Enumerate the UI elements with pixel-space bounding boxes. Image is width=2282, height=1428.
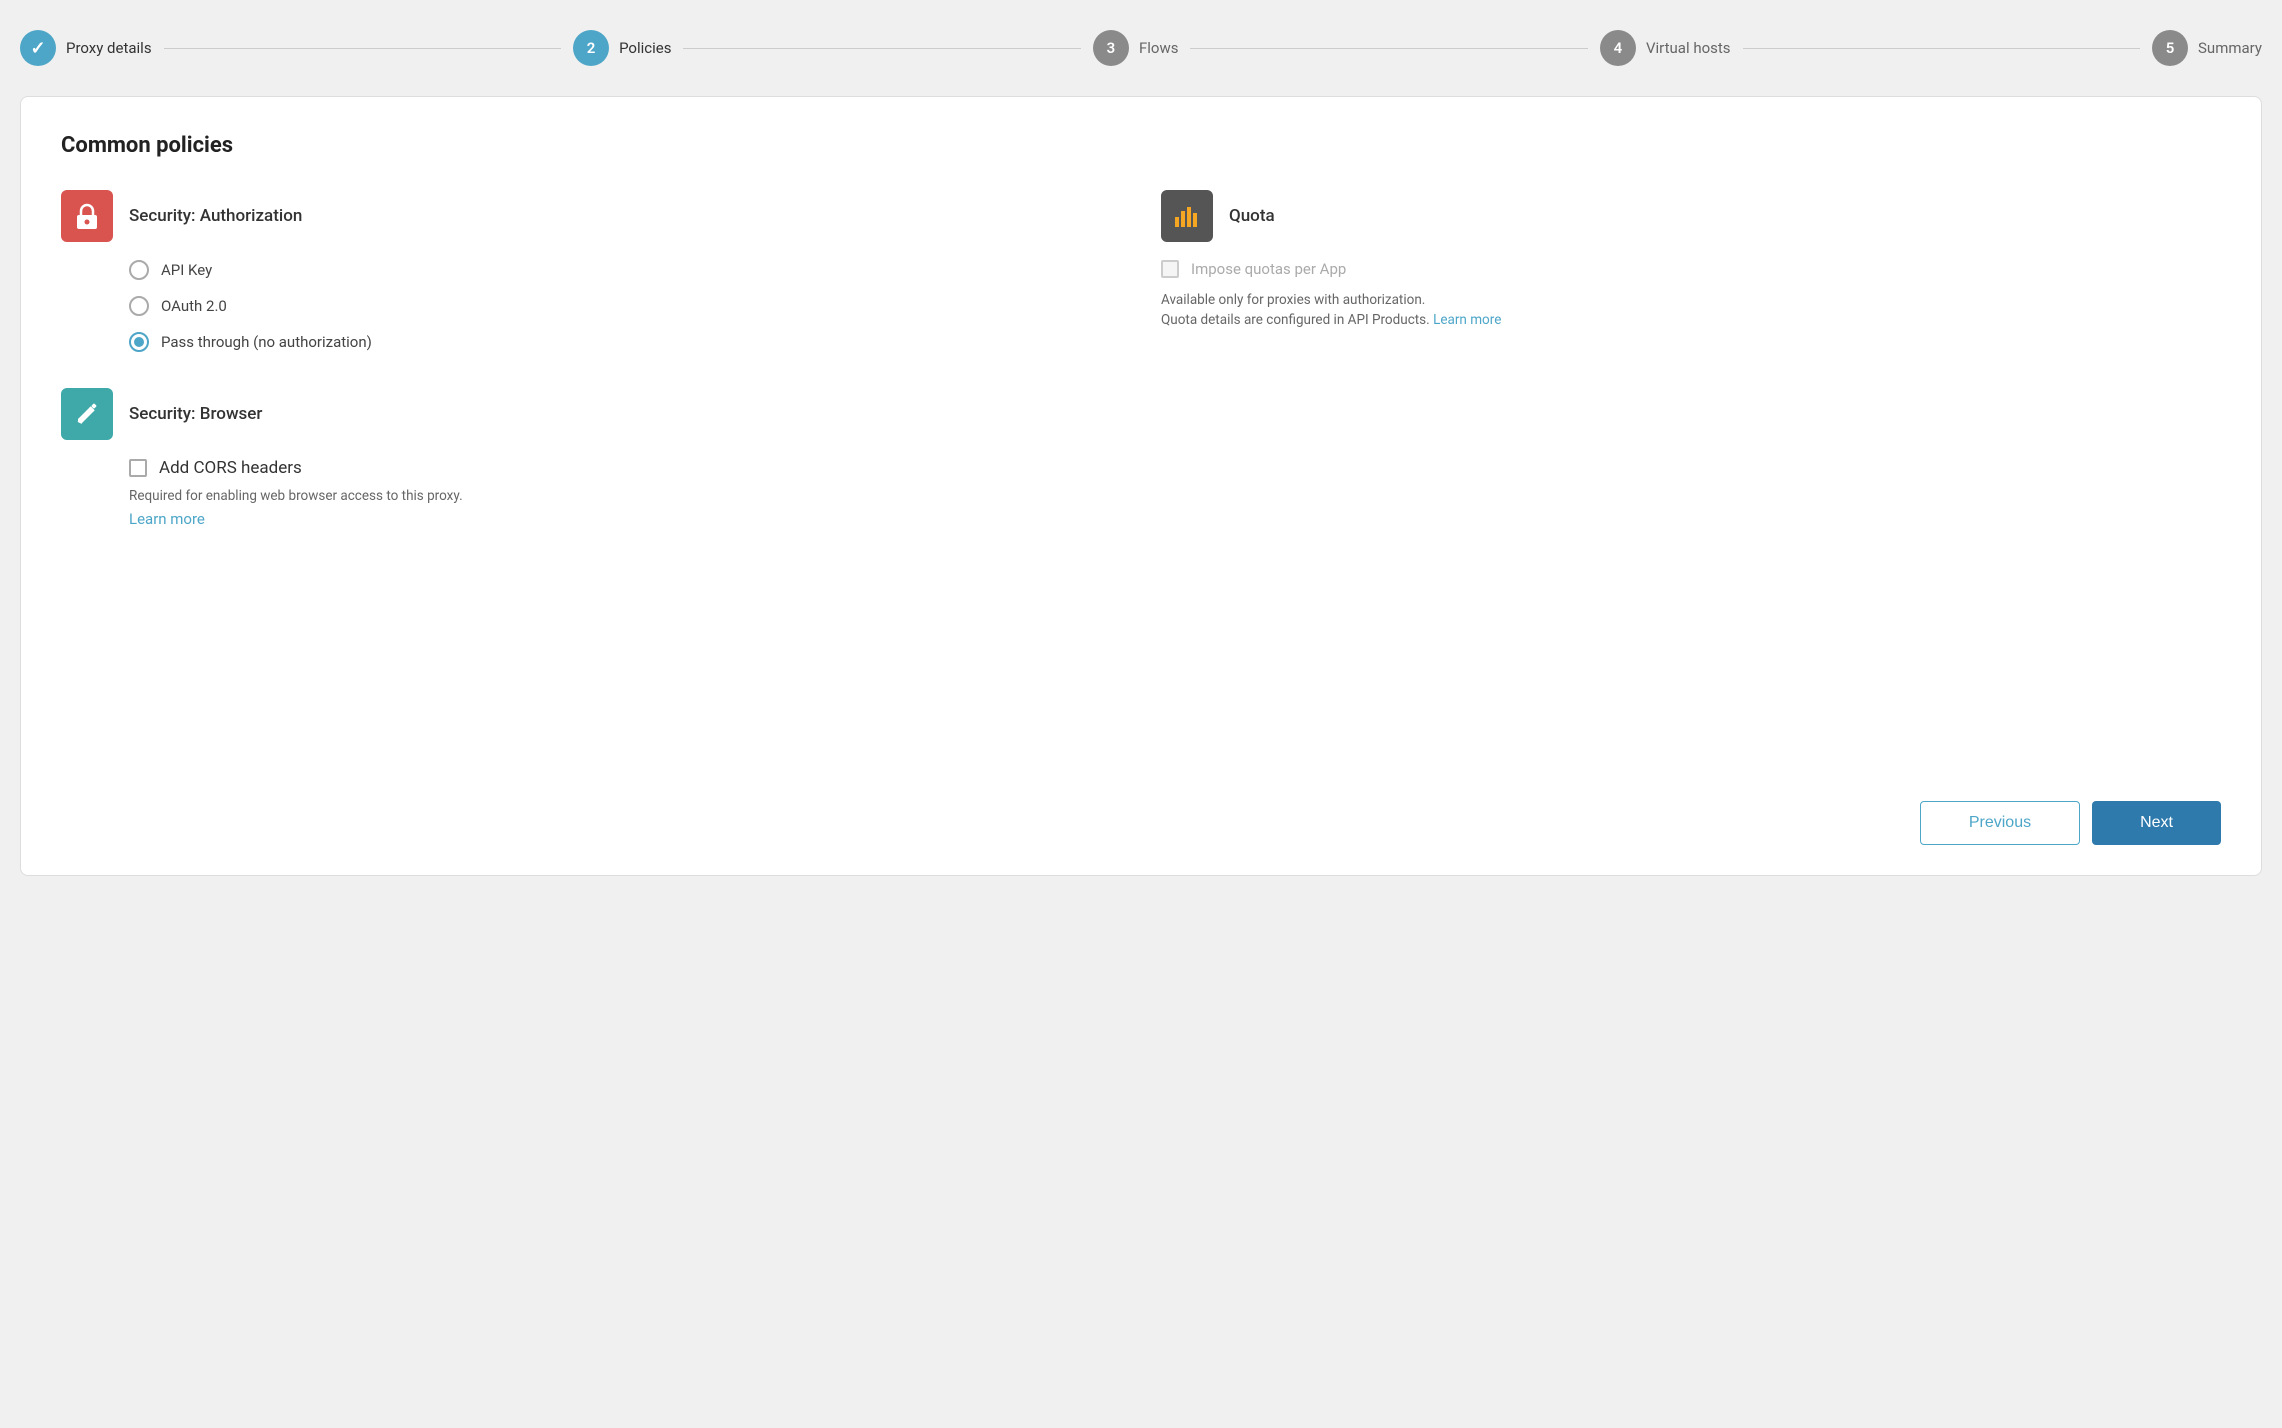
quota-helper-line2: Quota details are configured in API Prod… — [1161, 312, 1430, 328]
radio-input-pass-through[interactable] — [129, 332, 149, 352]
step-number-4: 4 — [1614, 39, 1623, 57]
quota-icon — [1161, 190, 1213, 242]
radio-label-oauth2: OAuth 2.0 — [161, 297, 227, 315]
step-circle-1: ✓ — [20, 30, 56, 66]
quota-header: Quota — [1161, 190, 2221, 242]
security-authorization-icon — [61, 190, 113, 242]
step-connector-1 — [164, 48, 561, 49]
quota-learn-more-link[interactable]: Learn more — [1433, 312, 1501, 328]
radio-label-pass-through: Pass through (no authorization) — [161, 333, 372, 351]
step-summary[interactable]: 5 Summary — [2152, 30, 2262, 66]
step-label-4: Virtual hosts — [1646, 39, 1731, 57]
step-label-2: Policies — [619, 39, 671, 57]
security-browser-title: Security: Browser — [129, 404, 262, 424]
checkmark-icon: ✓ — [30, 38, 45, 59]
chart-icon — [1173, 203, 1201, 229]
pencil-icon — [74, 401, 100, 427]
step-label-3: Flows — [1139, 39, 1179, 57]
step-circle-4: 4 — [1600, 30, 1636, 66]
main-card: Common policies Security: Authorization — [20, 96, 2262, 876]
browser-learn-more-link[interactable]: Learn more — [61, 510, 2221, 528]
radio-oauth2[interactable]: OAuth 2.0 — [129, 296, 1121, 316]
radio-api-key[interactable]: API Key — [129, 260, 1121, 280]
radio-pass-through[interactable]: Pass through (no authorization) — [129, 332, 1121, 352]
security-authorization-title: Security: Authorization — [129, 206, 302, 226]
quota-checkbox[interactable] — [1161, 260, 1179, 278]
step-virtual-hosts[interactable]: 4 Virtual hosts — [1600, 30, 1731, 66]
step-number-5: 5 — [2166, 39, 2175, 57]
stepper: ✓ Proxy details 2 Policies 3 Flows 4 Vir… — [20, 20, 2262, 76]
step-circle-2: 2 — [573, 30, 609, 66]
security-authorization-header: Security: Authorization — [61, 190, 1121, 242]
step-circle-3: 3 — [1093, 30, 1129, 66]
step-label-5: Summary — [2198, 39, 2262, 57]
previous-button[interactable]: Previous — [1920, 801, 2080, 845]
step-number-3: 3 — [1107, 39, 1116, 57]
quota-helper: Available only for proxies with authoriz… — [1161, 290, 2221, 331]
security-browser-section: Security: Browser Add CORS headers Requi… — [61, 388, 2221, 528]
step-number-2: 2 — [587, 39, 596, 57]
quota-checkbox-row: Impose quotas per App — [1161, 260, 2221, 278]
radio-input-oauth2[interactable] — [129, 296, 149, 316]
cors-checkbox-row[interactable]: Add CORS headers — [129, 458, 2221, 478]
quota-checkbox-label: Impose quotas per App — [1191, 260, 1346, 278]
card-title: Common policies — [61, 133, 2221, 158]
quota-title: Quota — [1229, 206, 1275, 226]
lock-icon — [74, 202, 100, 230]
step-label-1: Proxy details — [66, 39, 152, 57]
step-circle-5: 5 — [2152, 30, 2188, 66]
step-connector-4 — [1743, 48, 2140, 49]
policies-grid: Security: Authorization API Key OAuth 2.… — [61, 190, 2221, 352]
step-flows[interactable]: 3 Flows — [1093, 30, 1179, 66]
next-button[interactable]: Next — [2092, 801, 2221, 845]
security-authorization-section: Security: Authorization API Key OAuth 2.… — [61, 190, 1121, 352]
radio-input-api-key[interactable] — [129, 260, 149, 280]
quota-section: Quota Impose quotas per App Available on… — [1161, 190, 2221, 352]
nav-buttons: Previous Next — [1920, 801, 2221, 845]
cors-checkbox-label: Add CORS headers — [159, 458, 302, 478]
cors-checkbox[interactable] — [129, 459, 147, 477]
step-proxy-details[interactable]: ✓ Proxy details — [20, 30, 152, 66]
browser-helper-text: Required for enabling web browser access… — [61, 486, 2221, 506]
security-browser-icon — [61, 388, 113, 440]
browser-checkbox-options: Add CORS headers — [61, 458, 2221, 478]
browser-helper-line: Required for enabling web browser access… — [129, 488, 463, 504]
quota-helper-line1: Available only for proxies with authoriz… — [1161, 292, 1425, 308]
step-connector-2 — [683, 48, 1080, 49]
step-policies[interactable]: 2 Policies — [573, 30, 671, 66]
radio-options-auth: API Key OAuth 2.0 Pass through (no autho… — [61, 260, 1121, 352]
radio-label-api-key: API Key — [161, 261, 212, 279]
step-connector-3 — [1190, 48, 1587, 49]
security-browser-header: Security: Browser — [61, 388, 2221, 440]
